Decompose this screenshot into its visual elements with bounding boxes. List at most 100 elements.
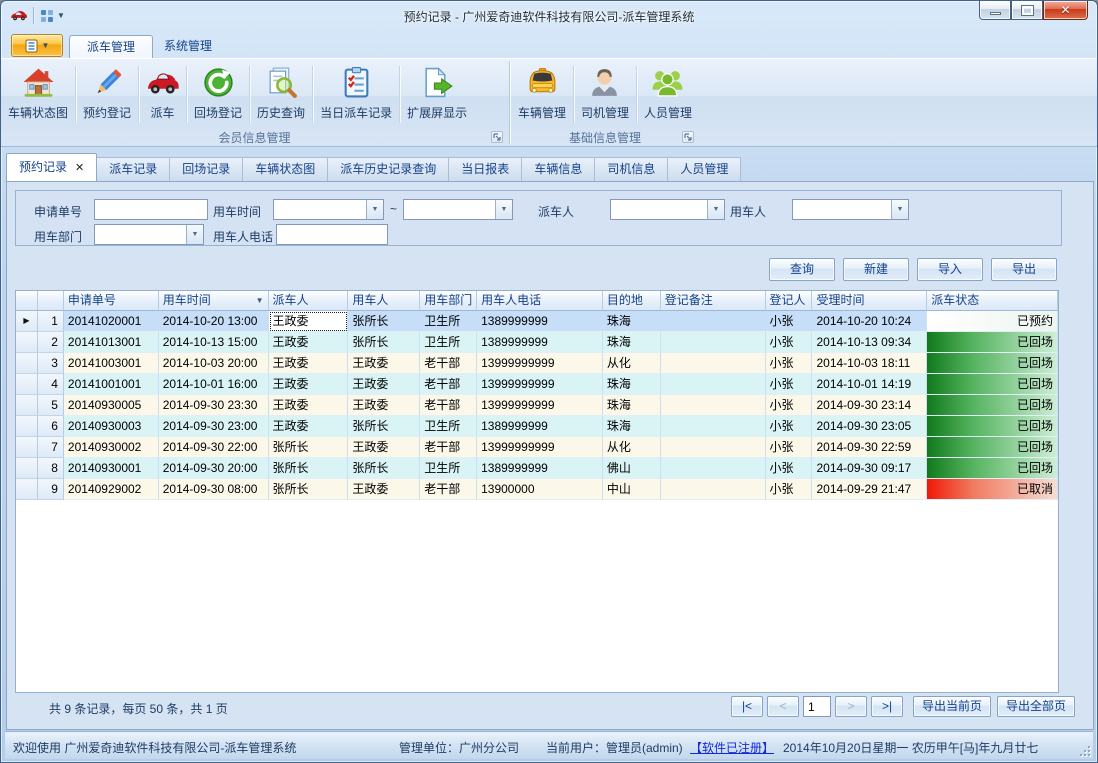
column-header-dispatcher[interactable]: 派车人 bbox=[269, 291, 349, 311]
cell-destination[interactable]: 从化 bbox=[603, 353, 661, 374]
doc-tab[interactable]: 人员管理 bbox=[667, 157, 741, 181]
row-number-cell[interactable]: 7 bbox=[38, 437, 64, 458]
cell-remark[interactable] bbox=[661, 374, 766, 395]
cell-dispatcher[interactable]: 王政委 bbox=[269, 353, 349, 374]
cell-status[interactable]: 已预约 bbox=[927, 311, 1058, 332]
request-no-input[interactable] bbox=[94, 199, 208, 220]
cell-status[interactable]: 已回场 bbox=[927, 332, 1058, 353]
column-header-status[interactable]: 派车状态 bbox=[927, 291, 1058, 311]
row-selector-cell[interactable] bbox=[16, 395, 38, 416]
row-number-cell[interactable]: 2 bbox=[38, 332, 64, 353]
close-button[interactable]: ✕ bbox=[1043, 1, 1088, 20]
table-row[interactable]: 9201409290022014-09-30 08:00张所长王政委老干部139… bbox=[16, 479, 1058, 500]
cell-dispatcher[interactable]: 张所长 bbox=[269, 437, 349, 458]
cell-destination[interactable]: 珠海 bbox=[603, 374, 661, 395]
row-number-cell[interactable]: 1 bbox=[38, 311, 64, 332]
driver-manage-button[interactable]: 司机管理 bbox=[574, 62, 636, 129]
cell-destination[interactable]: 佛山 bbox=[603, 458, 661, 479]
cell-department[interactable]: 老干部 bbox=[420, 395, 477, 416]
export-current-page-button[interactable]: 导出当前页 bbox=[913, 696, 991, 717]
dispatcher-combo[interactable]: ▼ bbox=[610, 199, 725, 220]
cell-destination[interactable]: 珠海 bbox=[603, 332, 661, 353]
phone-input[interactable] bbox=[276, 224, 388, 245]
return-register-button[interactable]: 回场登记 bbox=[187, 62, 249, 129]
column-header-department[interactable]: 用车部门 bbox=[420, 291, 477, 311]
doc-tab[interactable]: 司机信息 bbox=[594, 157, 668, 181]
history-query-button[interactable]: 历史查询 bbox=[250, 62, 312, 129]
row-number-cell[interactable]: 9 bbox=[38, 479, 64, 500]
cell-status[interactable]: 已回场 bbox=[927, 353, 1058, 374]
column-header-remark[interactable]: 登记备注 bbox=[661, 291, 766, 311]
table-row[interactable]: 8201409300012014-09-30 20:00张所长张所长卫生所138… bbox=[16, 458, 1058, 479]
cell-phone[interactable]: 13999999999 bbox=[477, 437, 603, 458]
department-combo[interactable]: ▼ bbox=[94, 224, 204, 245]
row-number-cell[interactable]: 4 bbox=[38, 374, 64, 395]
cell-department[interactable]: 卫生所 bbox=[420, 332, 477, 353]
export-all-pages-button[interactable]: 导出全部页 bbox=[997, 696, 1075, 717]
cell-passenger[interactable]: 王政委 bbox=[348, 374, 420, 395]
table-row[interactable]: 2201410130012014-10-13 15:00王政委张所长卫生所138… bbox=[16, 332, 1058, 353]
cell-accepted_at[interactable]: 2014-09-30 23:05 bbox=[812, 416, 927, 437]
cell-use_time[interactable]: 2014-09-30 22:00 bbox=[159, 437, 269, 458]
cell-registrar[interactable]: 小张 bbox=[766, 437, 813, 458]
column-header-phone[interactable]: 用车人电话 bbox=[477, 291, 603, 311]
doc-tab[interactable]: 当日报表 bbox=[448, 157, 522, 181]
cell-accepted_at[interactable]: 2014-10-20 10:24 bbox=[812, 311, 927, 332]
maximize-button[interactable] bbox=[1011, 1, 1043, 20]
cell-registrar[interactable]: 小张 bbox=[766, 479, 813, 500]
cell-remark[interactable] bbox=[661, 437, 766, 458]
cell-passenger[interactable]: 王政委 bbox=[348, 479, 420, 500]
prev-page-button[interactable]: < bbox=[767, 696, 799, 717]
cell-remark[interactable] bbox=[661, 332, 766, 353]
passenger-combo[interactable]: ▼ bbox=[792, 199, 909, 220]
doc-tab[interactable]: 派车历史记录查询 bbox=[327, 157, 449, 181]
cell-order_no[interactable]: 20141003001 bbox=[64, 353, 159, 374]
row-selector-cell[interactable] bbox=[16, 479, 38, 500]
cell-remark[interactable] bbox=[661, 479, 766, 500]
cell-registrar[interactable]: 小张 bbox=[766, 311, 813, 332]
column-header-accepted_at[interactable]: 受理时间 bbox=[812, 291, 927, 311]
cell-department[interactable]: 卫生所 bbox=[420, 416, 477, 437]
query-button[interactable]: 查询 bbox=[769, 258, 835, 281]
cell-registrar[interactable]: 小张 bbox=[766, 395, 813, 416]
cell-department[interactable]: 老干部 bbox=[420, 374, 477, 395]
cell-department[interactable]: 老干部 bbox=[420, 479, 477, 500]
row-number-cell[interactable]: 5 bbox=[38, 395, 64, 416]
cell-destination[interactable]: 珠海 bbox=[603, 416, 661, 437]
cell-remark[interactable] bbox=[661, 416, 766, 437]
table-row[interactable]: 5201409300052014-09-30 23:30王政委王政委老干部139… bbox=[16, 395, 1058, 416]
cell-order_no[interactable]: 20140930005 bbox=[64, 395, 159, 416]
cell-accepted_at[interactable]: 2014-09-29 21:47 bbox=[812, 479, 927, 500]
cell-accepted_at[interactable]: 2014-09-30 22:59 bbox=[812, 437, 927, 458]
column-header-use_time[interactable]: 用车时间▼ bbox=[159, 291, 269, 311]
cell-registrar[interactable]: 小张 bbox=[766, 332, 813, 353]
cell-phone[interactable]: 13999999999 bbox=[477, 395, 603, 416]
cell-phone[interactable]: 13999999999 bbox=[477, 353, 603, 374]
cell-passenger[interactable]: 张所长 bbox=[348, 311, 420, 332]
cell-destination[interactable]: 珠海 bbox=[603, 395, 661, 416]
cell-order_no[interactable]: 20140930001 bbox=[64, 458, 159, 479]
cell-registrar[interactable]: 小张 bbox=[766, 353, 813, 374]
cell-accepted_at[interactable]: 2014-10-13 09:34 bbox=[812, 332, 927, 353]
cell-destination[interactable]: 中山 bbox=[603, 479, 661, 500]
resize-grip-icon[interactable] bbox=[1078, 744, 1090, 756]
vehicle-manage-button[interactable]: 车辆管理 bbox=[511, 62, 573, 129]
cell-dispatcher[interactable]: 张所长 bbox=[269, 458, 349, 479]
minimize-button[interactable] bbox=[979, 1, 1011, 20]
row-selector-cell[interactable] bbox=[16, 332, 38, 353]
cell-use_time[interactable]: 2014-09-30 23:00 bbox=[159, 416, 269, 437]
cell-use_time[interactable]: 2014-10-13 15:00 bbox=[159, 332, 269, 353]
export-button[interactable]: 导出 bbox=[991, 258, 1057, 281]
cell-registrar[interactable]: 小张 bbox=[766, 416, 813, 437]
cell-destination[interactable]: 珠海 bbox=[603, 311, 661, 332]
use-time-from-combo[interactable]: ▼ bbox=[273, 199, 384, 220]
cell-use_time[interactable]: 2014-09-30 08:00 bbox=[159, 479, 269, 500]
ribbon-tab-system[interactable]: 系统管理 bbox=[147, 35, 229, 58]
cell-passenger[interactable]: 王政委 bbox=[348, 353, 420, 374]
cell-department[interactable]: 老干部 bbox=[420, 437, 477, 458]
next-page-button[interactable]: > bbox=[835, 696, 867, 717]
cell-dispatcher[interactable]: 张所长 bbox=[269, 479, 349, 500]
cell-use_time[interactable]: 2014-10-01 16:00 bbox=[159, 374, 269, 395]
application-menu-button[interactable]: ▼ bbox=[11, 34, 63, 57]
row-selector-cell[interactable] bbox=[16, 416, 38, 437]
